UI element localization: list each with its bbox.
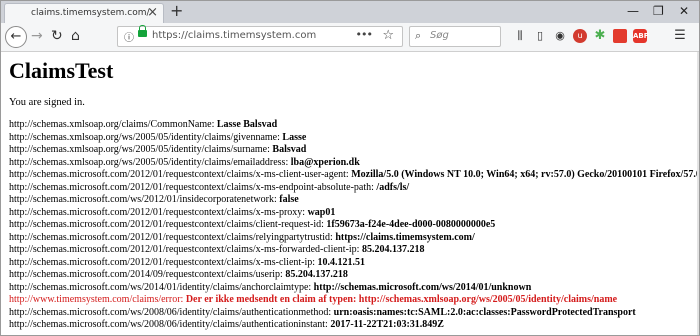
tab-close-icon[interactable]: × bbox=[147, 5, 158, 20]
claim-row: http://schemas.microsoft.com/2012/01/req… bbox=[9, 244, 699, 257]
claim-type: http://www.timemsystem.com/claims/error: bbox=[9, 294, 186, 305]
home-button[interactable]: ⌂ bbox=[71, 27, 80, 45]
claim-row: http://schemas.xmlsoap.org/claims/Common… bbox=[9, 119, 699, 132]
new-tab-button[interactable]: + bbox=[170, 1, 183, 20]
claim-value: https://claims.timemsystem.com/ bbox=[335, 231, 475, 243]
info-icon[interactable]: ⓘ bbox=[124, 29, 134, 44]
claims-list: http://schemas.xmlsoap.org/claims/Common… bbox=[9, 119, 700, 332]
claim-row: http://schemas.microsoft.com/2012/01/req… bbox=[9, 231, 699, 245]
claim-type: http://schemas.microsoft.com/2012/01/req… bbox=[9, 169, 352, 180]
page-actions-button[interactable]: ••• bbox=[356, 28, 373, 41]
forward-button[interactable]: → bbox=[31, 27, 43, 45]
claim-type: http://schemas.xmlsoap.org/claims/Common… bbox=[9, 119, 217, 130]
url-text[interactable]: https://claims.timemsystem.com bbox=[152, 30, 316, 41]
claim-row: http://schemas.microsoft.com/2012/01/req… bbox=[9, 206, 699, 220]
claim-row: http://schemas.microsoft.com/2012/01/req… bbox=[9, 181, 699, 195]
lock-icon bbox=[138, 25, 147, 37]
claim-value: 10.4.121.51 bbox=[317, 256, 366, 268]
bookmark-star-icon[interactable]: ☆ bbox=[382, 28, 394, 43]
claim-row: http://schemas.microsoft.com/2014/09/req… bbox=[9, 269, 699, 282]
tab-claims[interactable]: claims.timemsystem.com/ × bbox=[4, 3, 164, 23]
claim-row-error: http://www.timemsystem.com/claims/error:… bbox=[9, 294, 699, 307]
claim-type: http://schemas.xmlsoap.org/ws/2005/05/id… bbox=[9, 131, 283, 143]
reader-icon[interactable]: ▯ bbox=[533, 29, 547, 43]
claim-value: wap01 bbox=[307, 206, 336, 218]
claim-type: http://schemas.microsoft.com/2012/01/req… bbox=[9, 206, 308, 218]
claim-type: http://schemas.xmlsoap.org/ws/2005/05/id… bbox=[9, 144, 273, 155]
claim-value: Balsvad bbox=[272, 144, 307, 155]
gear-icon[interactable]: ✱ bbox=[593, 29, 607, 43]
adblock-icon[interactable]: ABP bbox=[633, 29, 649, 43]
page-title: ClaimsTest bbox=[9, 58, 114, 83]
claim-value: 85.204.137.218 bbox=[361, 244, 425, 255]
claim-value: 1f59673a-f24e-4dee-d000-0080000000e5 bbox=[326, 219, 496, 230]
claim-value: /adfs/ls/ bbox=[376, 181, 410, 193]
page-content: ClaimsTest You are signed in. http://sch… bbox=[1, 52, 699, 335]
back-button[interactable]: ← bbox=[5, 26, 27, 48]
claim-type: http://schemas.microsoft.com/ws/2008/06/… bbox=[9, 319, 331, 330]
browser-window: claims.timemsystem.com/ × + — ❐ ✕ ← → ↻ … bbox=[0, 0, 700, 336]
claim-row: http://schemas.microsoft.com/2012/01/req… bbox=[9, 256, 699, 270]
url-bar[interactable]: ⓘ https://claims.timemsystem.com ••• ☆ bbox=[117, 25, 403, 47]
claim-value: Lasse Balsvad bbox=[216, 119, 278, 130]
search-placeholder: Søg bbox=[430, 30, 449, 41]
claim-type: http://schemas.microsoft.com/2012/01/req… bbox=[9, 256, 318, 268]
close-window-button[interactable]: ✕ bbox=[679, 4, 689, 18]
ublock-icon[interactable]: u bbox=[573, 29, 587, 43]
claim-value: 85.204.137.218 bbox=[285, 269, 348, 280]
claim-row: http://schemas.microsoft.com/ws/2014/01/… bbox=[9, 281, 699, 295]
claim-row: http://schemas.xmlsoap.org/ws/2005/05/id… bbox=[9, 131, 699, 145]
claim-type: http://schemas.microsoft.com/ws/2012/01/… bbox=[9, 194, 280, 205]
claim-value: Lasse bbox=[282, 131, 307, 143]
puzzle-icon[interactable] bbox=[613, 29, 627, 43]
claim-row: http://schemas.microsoft.com/ws/2012/01/… bbox=[9, 194, 699, 207]
claim-type: http://schemas.xmlsoap.org/ws/2005/05/id… bbox=[9, 156, 291, 168]
reload-button[interactable]: ↻ bbox=[51, 27, 63, 45]
claim-row: http://schemas.microsoft.com/2012/01/req… bbox=[9, 169, 700, 182]
claim-value: http://schemas.microsoft.com/ws/2014/01/… bbox=[313, 281, 532, 293]
claim-type: http://schemas.microsoft.com/2012/01/req… bbox=[9, 219, 327, 230]
tab-title: claims.timemsystem.com/ bbox=[31, 8, 150, 18]
claim-value: 2017-11-22T21:03:31.849Z bbox=[330, 319, 444, 330]
menu-icon[interactable]: ☰ bbox=[673, 29, 687, 43]
minimize-button[interactable]: — bbox=[627, 4, 639, 18]
search-bar[interactable]: ⌕ Søg bbox=[409, 26, 501, 47]
library-icon[interactable]: ⫼ bbox=[513, 29, 527, 43]
claim-row: http://schemas.xmlsoap.org/ws/2005/05/id… bbox=[9, 144, 699, 157]
claim-type: http://schemas.microsoft.com/2012/01/req… bbox=[9, 244, 362, 255]
claim-value: urn:oasis:names:tc:SAML:2.0:ac:classes:P… bbox=[333, 306, 636, 318]
claim-row: http://schemas.microsoft.com/2012/01/req… bbox=[9, 219, 699, 232]
claim-value: Mozilla/5.0 (Windows NT 10.0; Win64; x64… bbox=[351, 169, 700, 180]
claim-row: http://schemas.microsoft.com/ws/2008/06/… bbox=[9, 319, 699, 332]
nav-toolbar: ← → ↻ ⌂ ⓘ https://claims.timemsystem.com… bbox=[1, 23, 699, 52]
claim-row: http://schemas.microsoft.com/ws/2008/06/… bbox=[9, 306, 699, 320]
claim-type: http://schemas.microsoft.com/ws/2014/01/… bbox=[9, 281, 314, 293]
sync-icon[interactable]: ◉ bbox=[553, 29, 567, 43]
search-icon: ⌕ bbox=[415, 29, 422, 42]
claim-value: Der er ikke medsendt en claim af typen: … bbox=[185, 294, 618, 305]
claim-value: lba@xperion.dk bbox=[290, 156, 360, 168]
signed-in-text: You are signed in. bbox=[9, 97, 85, 108]
restore-button[interactable]: ❐ bbox=[653, 4, 664, 18]
claim-type: http://schemas.microsoft.com/2014/09/req… bbox=[9, 269, 286, 280]
claim-type: http://schemas.microsoft.com/2012/01/req… bbox=[9, 231, 336, 243]
claim-row: http://schemas.xmlsoap.org/ws/2005/05/id… bbox=[9, 156, 699, 170]
scrollbar[interactable] bbox=[697, 52, 699, 335]
claim-type: http://schemas.microsoft.com/2012/01/req… bbox=[9, 181, 377, 193]
claim-value: false bbox=[279, 194, 299, 205]
tab-strip: claims.timemsystem.com/ × + — ❐ ✕ bbox=[1, 1, 699, 23]
claim-type: http://schemas.microsoft.com/ws/2008/06/… bbox=[9, 306, 334, 318]
